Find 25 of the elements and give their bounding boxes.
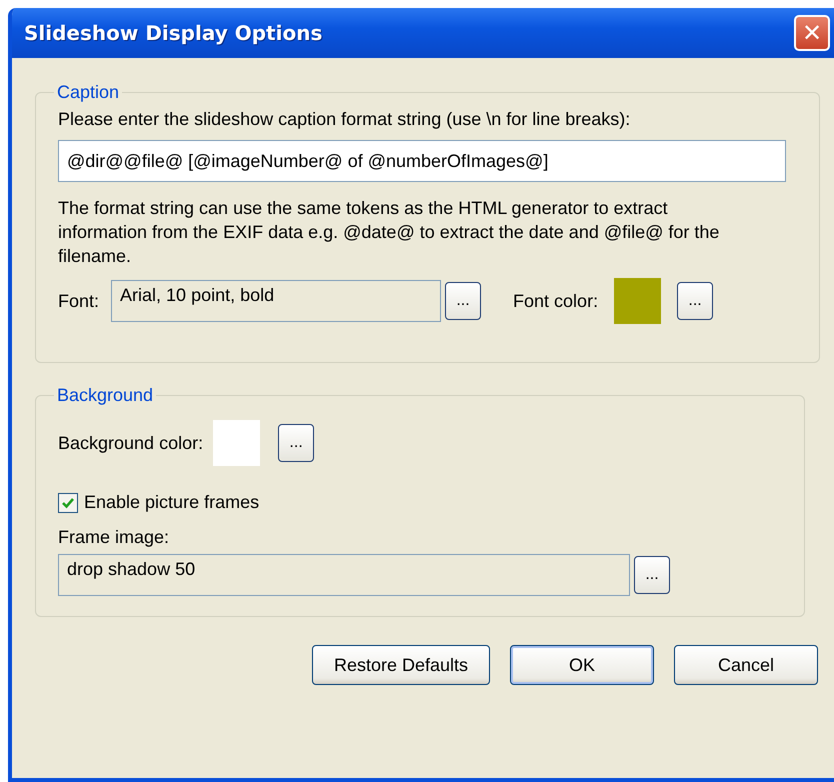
- prompt-text: Please enter the slideshow caption format string (use \n for line breaks):: [58, 109, 632, 130]
- cancel-button[interactable]: Cancel: [674, 645, 818, 685]
- font-field: Arial, 10 point, bold: [111, 280, 442, 322]
- restore-defaults-button[interactable]: Restore Defaults: [312, 645, 490, 685]
- font-browse-button[interactable]: ...: [445, 282, 482, 320]
- ok-button[interactable]: OK: [510, 645, 654, 685]
- format-input-field[interactable]: @dir@@file@ [@imageNumber@ of @numberOfImages@]: [58, 140, 786, 182]
- window-title: Slideshow Display Options: [24, 21, 322, 45]
- frame-image-field: drop shadow 50: [58, 554, 630, 596]
- background-color-swatch[interactable]: [213, 420, 260, 466]
- font-color-label: Font color:: [513, 290, 598, 312]
- group-legend: Caption: [54, 82, 122, 103]
- frame-image-browse-button[interactable]: ...: [634, 556, 670, 594]
- close-button[interactable]: ✕: [794, 15, 830, 51]
- background-color-label: Background color:: [58, 432, 204, 454]
- check-icon: [61, 496, 75, 510]
- frame-image-label: Frame image:: [58, 527, 170, 548]
- checkbox-label[interactable]: Enable picture frames: [84, 492, 260, 513]
- group-legend: Background: [54, 385, 156, 406]
- description-text: The format string can use the same tokens as the HTML generator to extract information from the EXIF data e.g. @date@ to extract the date and @file@ for the filename.: [58, 197, 720, 268]
- checkbox[interactable]: [58, 492, 78, 512]
- font-color-swatch[interactable]: [614, 278, 662, 324]
- font-color-button[interactable]: ...: [677, 282, 714, 320]
- font-label: Font:: [58, 290, 100, 312]
- background-color-button[interactable]: ...: [278, 424, 314, 462]
